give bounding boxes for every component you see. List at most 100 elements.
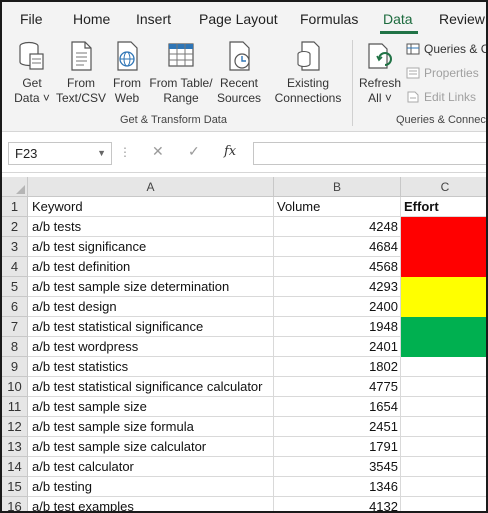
cell-keyword[interactable]: a/b testing	[28, 477, 274, 497]
cell-keyword[interactable]: a/b test calculator	[28, 457, 274, 477]
existing-connections-button[interactable]: Existing Connections	[270, 38, 346, 106]
tab-insert[interactable]: Insert	[136, 11, 171, 27]
cell-volume[interactable]: 3545	[274, 457, 401, 477]
tab-data[interactable]: Data	[383, 11, 413, 27]
row-header[interactable]: 4	[2, 257, 28, 277]
cell-volume[interactable]: 4684	[274, 237, 401, 257]
cell-effort[interactable]	[401, 457, 486, 477]
cell-effort[interactable]	[401, 497, 486, 511]
cell-effort[interactable]	[401, 317, 486, 337]
active-tab-indicator	[380, 31, 418, 34]
cell-keyword[interactable]: a/b test sample size determination	[28, 277, 274, 297]
cell-volume[interactable]: 2451	[274, 417, 401, 437]
edit-links-button[interactable]: Edit Links	[406, 90, 476, 104]
refresh-all-button[interactable]: Refresh All ˅	[358, 38, 402, 106]
tab-review[interactable]: Review	[439, 11, 485, 27]
cell-keyword[interactable]: a/b test definition	[28, 257, 274, 277]
cell-volume[interactable]: 2400	[274, 297, 401, 317]
insert-function-icon[interactable]: fx	[224, 144, 236, 159]
cell-keyword[interactable]: a/b test wordpress	[28, 337, 274, 357]
ribbon-tabs: File Home Insert Page Layout Formulas Da…	[2, 2, 486, 36]
cell-effort[interactable]	[401, 477, 486, 497]
cell-keyword[interactable]: a/b test sample size	[28, 397, 274, 417]
tab-file[interactable]: File	[20, 11, 43, 27]
cell-effort[interactable]	[401, 417, 486, 437]
row-header[interactable]: 1	[2, 197, 28, 217]
cell-effort[interactable]	[401, 297, 486, 317]
row-header[interactable]: 16	[2, 497, 28, 511]
enter-icon[interactable]: ✓	[188, 143, 200, 160]
row-header[interactable]: 9	[2, 357, 28, 377]
keyword-text: a/b test sample size calculator	[32, 439, 207, 454]
cell-volume[interactable]: 4568	[274, 257, 401, 277]
column-header-b[interactable]: B	[274, 177, 401, 197]
from-text-csv-label-2: Text/CSV	[56, 91, 107, 105]
cell-effort[interactable]	[401, 277, 486, 297]
row-header[interactable]: 14	[2, 457, 28, 477]
cell-keyword[interactable]: a/b tests	[28, 217, 274, 237]
cell-effort[interactable]	[401, 437, 486, 457]
cancel-icon[interactable]: ✕	[152, 143, 164, 160]
cell-keyword[interactable]: a/b test statistical significance	[28, 317, 274, 337]
properties-button[interactable]: Properties	[406, 66, 479, 80]
ribbon-group-separator	[352, 40, 353, 126]
refresh-all-label-2: All ˅	[368, 91, 392, 105]
column-header-a[interactable]: A	[28, 177, 274, 197]
tab-home[interactable]: Home	[73, 11, 110, 27]
row-header[interactable]: 5	[2, 277, 28, 297]
cell-effort[interactable]	[401, 217, 486, 237]
row-header[interactable]: 7	[2, 317, 28, 337]
row-header[interactable]: 11	[2, 397, 28, 417]
row-header[interactable]: 3	[2, 237, 28, 257]
cell-keyword[interactable]: a/b test significance	[28, 237, 274, 257]
tab-formulas[interactable]: Formulas	[300, 11, 358, 27]
select-all-button[interactable]	[2, 177, 28, 197]
cell-volume[interactable]: 1654	[274, 397, 401, 417]
queries-connections-button[interactable]: Queries & C	[406, 42, 486, 56]
cell-volume[interactable]: 1791	[274, 437, 401, 457]
chevron-down-icon[interactable]: ▼	[97, 148, 106, 158]
cell-volume[interactable]: 4132	[274, 497, 401, 511]
cell-effort[interactable]	[401, 257, 486, 277]
cell-volume[interactable]: 1948	[274, 317, 401, 337]
cell-volume[interactable]: 4248	[274, 217, 401, 237]
cell-keyword[interactable]: a/b test sample size formula	[28, 417, 274, 437]
cell-volume[interactable]: 4293	[274, 277, 401, 297]
name-box[interactable]: F23 ▼	[8, 142, 112, 165]
get-data-button[interactable]: Get Data ˅	[10, 38, 54, 106]
cell-volume[interactable]: 4775	[274, 377, 401, 397]
cell-keyword[interactable]: a/b test examples	[28, 497, 274, 511]
row-header[interactable]: 8	[2, 337, 28, 357]
cell-effort[interactable]	[401, 357, 486, 377]
cell-volume[interactable]: Volume	[274, 197, 401, 217]
cell-effort[interactable]	[401, 377, 486, 397]
from-web-button[interactable]: From Web	[108, 38, 146, 106]
row-header[interactable]: 15	[2, 477, 28, 497]
row-header[interactable]: 13	[2, 437, 28, 457]
cell-keyword[interactable]: a/b test statistical significance calcul…	[28, 377, 274, 397]
cell-volume[interactable]: 1802	[274, 357, 401, 377]
cell-volume[interactable]: 1346	[274, 477, 401, 497]
from-text-csv-button[interactable]: From Text/CSV	[56, 38, 106, 106]
row-header[interactable]: 2	[2, 217, 28, 237]
column-header-c[interactable]: C	[401, 177, 486, 197]
tab-page-layout[interactable]: Page Layout	[199, 11, 278, 27]
keyword-text: a/b test sample size determination	[32, 279, 230, 294]
row-header[interactable]: 6	[2, 297, 28, 317]
cell-keyword[interactable]: a/b test design	[28, 297, 274, 317]
row-header[interactable]: 12	[2, 417, 28, 437]
cell-effort[interactable]: Effort	[401, 197, 486, 217]
cell-effort[interactable]	[401, 237, 486, 257]
cell-effort[interactable]	[401, 397, 486, 417]
cell-volume[interactable]: 2401	[274, 337, 401, 357]
cell-effort[interactable]	[401, 337, 486, 357]
cell-keyword[interactable]: a/b test sample size calculator	[28, 437, 274, 457]
recent-sources-button[interactable]: Recent Sources	[216, 38, 262, 106]
cell-keyword[interactable]: Keyword	[28, 197, 274, 217]
row-header[interactable]: 10	[2, 377, 28, 397]
from-table-range-button[interactable]: From Table/ Range	[148, 38, 214, 106]
keyword-text: a/b test significance	[32, 239, 147, 254]
formula-input[interactable]	[253, 142, 486, 165]
cell-keyword[interactable]: a/b test statistics	[28, 357, 274, 377]
formula-bar-resize-handle[interactable]: ⋮	[119, 145, 131, 159]
